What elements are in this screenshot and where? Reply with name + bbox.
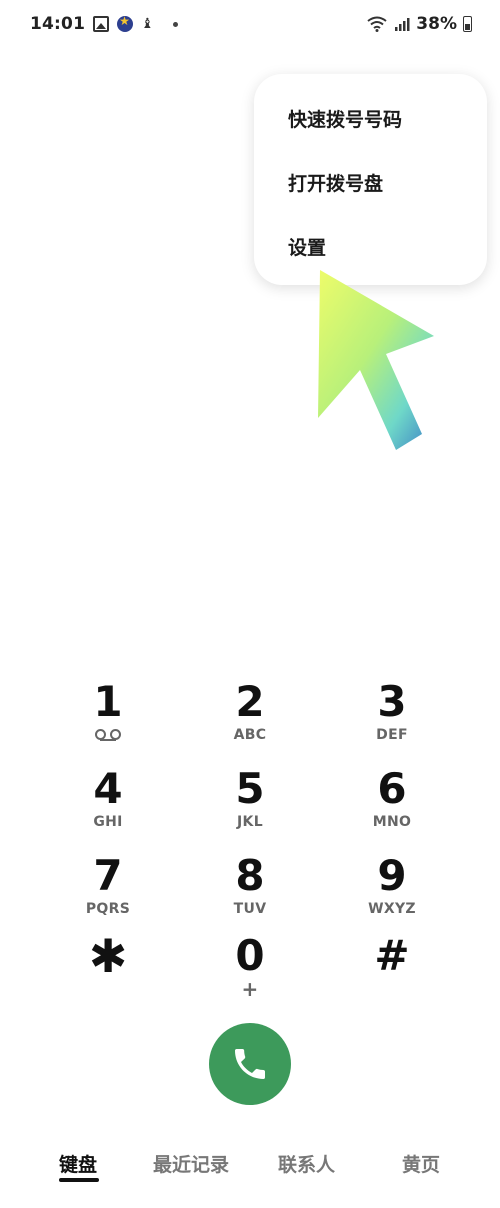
key-hash[interactable]: # [337, 932, 447, 1012]
status-time: 14:01 [30, 14, 86, 34]
key-digit: 2 [235, 677, 265, 726]
key-digit: 6 [377, 764, 407, 813]
battery-icon [463, 16, 472, 32]
key-letters: TUV [233, 901, 267, 917]
tab-active-indicator [59, 1178, 99, 1182]
key-letters: + [241, 977, 259, 1001]
gallery-icon [93, 16, 110, 32]
call-button[interactable] [209, 1023, 291, 1105]
key-0[interactable]: 0 + [195, 932, 305, 1012]
key-digit: 7 [93, 851, 123, 900]
figure-icon: ♝ [141, 16, 154, 32]
menu-item-open-dialpad[interactable]: 打开拨号盘 [288, 169, 383, 196]
key-9[interactable]: 9 WXYZ [337, 852, 447, 932]
pointer-arrow-icon [318, 270, 434, 450]
app-icon [117, 14, 134, 32]
key-5[interactable]: 5 JKL [195, 765, 305, 845]
key-6[interactable]: 6 MNO [337, 765, 447, 845]
battery-percent: 38% [416, 14, 457, 34]
menu-item-speed-dial[interactable]: 快速拨号号码 [288, 105, 402, 132]
wifi-icon [367, 16, 387, 32]
key-letters: GHI [93, 814, 123, 830]
key-digit: 3 [377, 677, 407, 726]
bottom-tab-bar: 键盘 最近记录 联系人 黄页 [0, 1140, 500, 1200]
key-digit: 0 [235, 931, 265, 980]
status-right: 38% [366, 14, 472, 34]
key-digit: # [374, 931, 410, 980]
key-digit: 5 [235, 764, 265, 813]
key-letters: DEF [376, 727, 408, 743]
signal-icon [395, 18, 410, 31]
key-digit: 1 [93, 677, 123, 726]
dot-icon [173, 21, 179, 27]
key-letters: WXYZ [368, 901, 416, 917]
key-3[interactable]: 3 DEF [337, 678, 447, 758]
key-4[interactable]: 4 GHI [53, 765, 163, 845]
voicemail-icon [95, 729, 121, 741]
status-bar: 14:01 ♝ 38% [0, 0, 500, 52]
key-digit: 9 [377, 851, 407, 900]
phone-icon [235, 1049, 265, 1079]
key-1[interactable]: 1 [53, 678, 163, 758]
menu-item-settings[interactable]: 设置 [288, 233, 326, 260]
tab-contacts[interactable]: 联系人 [278, 1150, 335, 1177]
tab-keypad[interactable]: 键盘 [59, 1150, 97, 1177]
tab-recents[interactable]: 最近记录 [153, 1150, 229, 1177]
key-7[interactable]: 7 PQRS [53, 852, 163, 932]
key-digit: 4 [93, 764, 123, 813]
key-letters: JKL [237, 814, 263, 830]
key-8[interactable]: 8 TUV [195, 852, 305, 932]
key-2[interactable]: 2 ABC [195, 678, 305, 758]
tab-yellow-pages[interactable]: 黄页 [402, 1150, 440, 1177]
key-letters: ABC [233, 727, 267, 743]
key-star[interactable]: ✱ [53, 932, 163, 1012]
key-letters: PQRS [85, 901, 131, 917]
key-letters: MNO [372, 814, 412, 830]
key-digit: ✱ [88, 929, 128, 983]
status-left: 14:01 ♝ [30, 14, 179, 34]
overflow-menu: 快速拨号号码 打开拨号盘 设置 [254, 74, 487, 285]
key-digit: 8 [235, 851, 265, 900]
